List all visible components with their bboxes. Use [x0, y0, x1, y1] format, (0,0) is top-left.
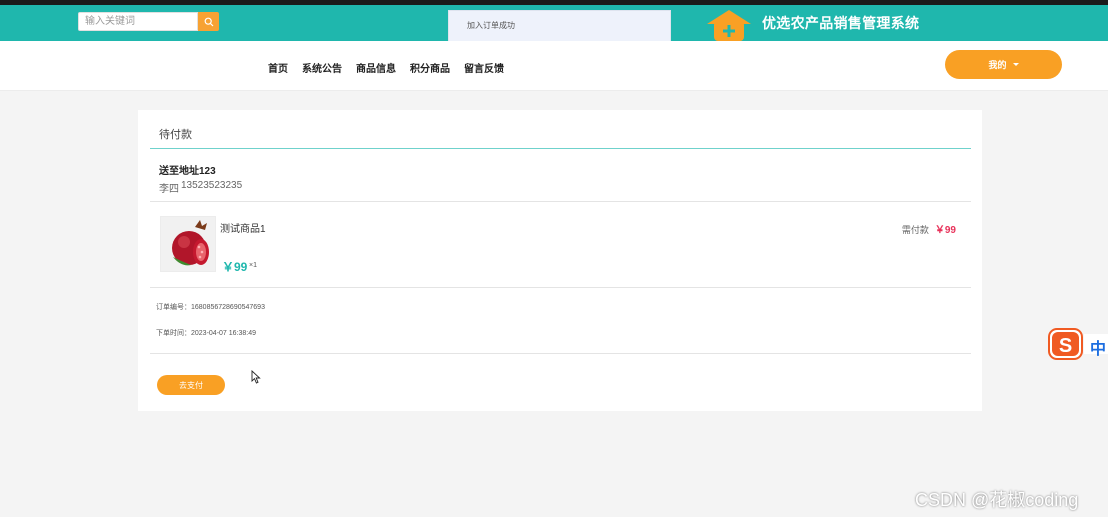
order-status-title: 待付款: [159, 129, 192, 141]
toast-message: 加入订单成功: [448, 10, 671, 42]
product-name[interactable]: 测试商品1: [220, 220, 266, 235]
svg-text:S: S: [1059, 335, 1072, 357]
watermark: CSDN @花椒coding: [915, 490, 1079, 510]
divider: [150, 287, 971, 288]
mine-dropdown-button[interactable]: 我的: [945, 50, 1062, 79]
house-plus-icon: [705, 7, 753, 43]
nav-item-home[interactable]: 首页: [268, 60, 288, 75]
recipient-phone: 13523523235: [181, 180, 243, 191]
search-button[interactable]: [198, 12, 219, 31]
order-number: 订单编号：1680856728690547693: [156, 304, 265, 311]
mine-label: 我的: [988, 60, 1007, 70]
ime-language-label: 中: [1090, 341, 1107, 358]
nav-item-announcements[interactable]: 系统公告: [302, 60, 342, 75]
mouse-cursor-icon: [251, 369, 261, 389]
order-card: 待付款 送至地址123 李四 13523523235 测试商品1 ￥99 ×1 …: [138, 110, 982, 411]
delivery-address: 送至地址123: [159, 166, 216, 177]
nav-item-feedback[interactable]: 留言反馈: [464, 60, 504, 75]
status-divider: [150, 148, 971, 149]
pomegranate-image: [172, 220, 209, 266]
order-time: 下单时间：2023-04-07 16:38:49: [156, 330, 256, 337]
recipient-contact: 李四 13523523235: [159, 180, 242, 195]
ime-indicator[interactable]: S 中: [1048, 327, 1108, 361]
nav-item-products[interactable]: 商品信息: [356, 60, 396, 75]
chevron-down-icon: [1012, 63, 1019, 66]
main-nav: 首页 系统公告 商品信息 积分商品 留言反馈: [268, 60, 504, 75]
divider: [150, 353, 971, 354]
nav-bar: 首页 系统公告 商品信息 积分商品 留言反馈 我的: [0, 41, 1108, 91]
product-quantity: ×1: [249, 262, 257, 269]
search-icon: [204, 17, 213, 26]
nav-item-points-products[interactable]: 积分商品: [410, 60, 450, 75]
product-price: ￥99: [222, 260, 248, 274]
amount-due-label: 需付款: [901, 225, 929, 235]
site-title: 优选农产品销售管理系统: [762, 15, 920, 31]
divider: [150, 201, 971, 202]
recipient-name: 李四: [159, 184, 179, 195]
search-input[interactable]: [78, 12, 198, 31]
amount-due-value: ￥99: [934, 225, 956, 236]
product-image[interactable]: [160, 216, 216, 272]
search-box: [78, 12, 220, 31]
amount-due: 需付款 ￥99: [902, 221, 956, 236]
pay-button[interactable]: 去支付: [157, 375, 225, 395]
